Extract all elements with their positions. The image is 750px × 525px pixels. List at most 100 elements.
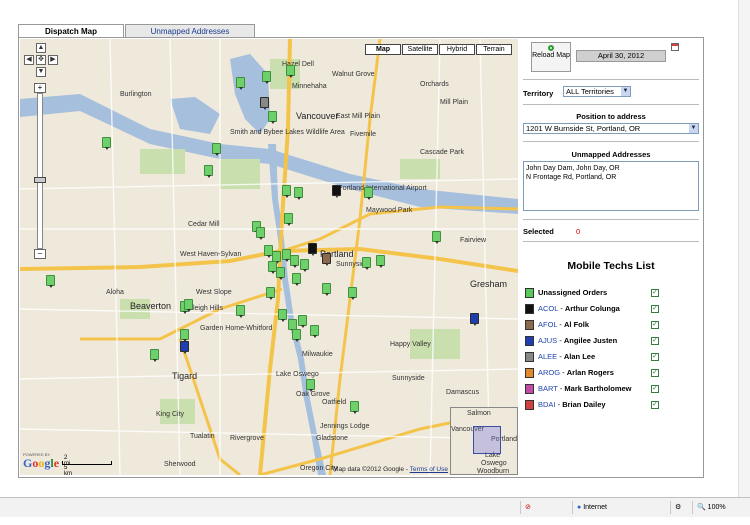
tech-visible-checkbox[interactable]: ✓ <box>651 401 659 409</box>
order-marker[interactable] <box>204 165 213 178</box>
tech-visible-checkbox[interactable]: ✓ <box>651 385 659 393</box>
tech-list-item[interactable]: Unassigned Orders ✓ <box>525 287 659 301</box>
tech-code[interactable]: ACOL <box>538 304 558 313</box>
tech-marker-ajus[interactable] <box>470 313 479 326</box>
order-marker[interactable] <box>432 231 441 244</box>
vertical-scrollbar[interactable] <box>738 0 750 497</box>
overview-viewport-box[interactable] <box>473 426 501 454</box>
tech-code[interactable]: AROG <box>538 368 560 377</box>
tech-visible-checkbox[interactable]: ✓ <box>651 321 659 329</box>
zoom-slider[interactable]: + − <box>34 83 46 259</box>
tech-code[interactable]: BART <box>538 384 558 393</box>
tech-visible-checkbox[interactable]: ✓ <box>651 305 659 313</box>
order-marker[interactable] <box>292 329 301 342</box>
order-marker[interactable] <box>376 255 385 268</box>
terms-of-use-link[interactable]: Terms of Use <box>410 466 448 473</box>
tech-visible-checkbox[interactable]: ✓ <box>651 353 659 361</box>
pan-left-icon[interactable]: ◀ <box>24 55 34 65</box>
order-marker[interactable] <box>284 213 293 226</box>
map-label: East Mill Plain <box>336 113 380 120</box>
order-marker[interactable] <box>300 259 309 272</box>
order-marker[interactable] <box>102 137 111 150</box>
tab-unmapped-addresses[interactable]: Unmapped Addresses <box>125 24 255 38</box>
tech-visible-checkbox[interactable]: ✓ <box>651 369 659 377</box>
tech-code[interactable]: ALEE <box>538 352 557 361</box>
tech-visible-checkbox[interactable]: ✓ <box>651 289 659 297</box>
order-marker[interactable] <box>268 111 277 124</box>
chevron-down-icon[interactable]: ▼ <box>621 87 630 96</box>
zoom-out-button[interactable]: − <box>34 249 46 259</box>
order-marker[interactable] <box>348 287 357 300</box>
tech-list-item[interactable]: BDAI - Brian Dailey ✓ <box>525 399 659 413</box>
date-field[interactable]: April 30, 2012 <box>576 50 666 62</box>
calendar-icon[interactable] <box>671 43 679 51</box>
order-marker[interactable] <box>236 305 245 318</box>
tech-marker-afol[interactable] <box>322 253 331 266</box>
tech-label: Unassigned Orders <box>538 287 607 299</box>
tech-marker-acol[interactable] <box>332 185 341 198</box>
chevron-down-icon[interactable]: ▼ <box>689 124 698 133</box>
tech-list-item[interactable]: ACOL - Arthur Colunga ✓ <box>525 303 659 317</box>
tech-list-item[interactable]: ALEE - Alan Lee ✓ <box>525 351 659 365</box>
order-marker[interactable] <box>46 275 55 288</box>
zoom-segment[interactable]: 🔍 100% <box>692 501 736 514</box>
order-marker[interactable] <box>290 255 299 268</box>
order-marker[interactable] <box>266 287 275 300</box>
dispatch-map[interactable]: Hazel Dell Walnut Grove Minnehaha Orchar… <box>20 39 518 475</box>
order-marker[interactable] <box>298 315 307 328</box>
overview-map[interactable]: Salmon Vancouver Portland Lake Oswego Wo… <box>450 407 518 475</box>
order-marker[interactable] <box>364 187 373 200</box>
tech-visible-checkbox[interactable]: ✓ <box>651 337 659 345</box>
pan-up-icon[interactable]: ▲ <box>36 43 46 53</box>
map-type-hybrid-button[interactable]: Hybrid <box>439 44 475 55</box>
order-marker[interactable] <box>310 325 319 338</box>
order-marker[interactable] <box>276 267 285 280</box>
territory-select[interactable]: ALL Territories ▼ <box>563 86 631 97</box>
zoom-in-button[interactable]: + <box>34 83 46 93</box>
map-type-terrain-button[interactable]: Terrain <box>476 44 512 55</box>
order-marker[interactable] <box>322 283 331 296</box>
protected-mode-segment[interactable]: ⚙ <box>670 501 690 514</box>
tech-code[interactable]: AFOL <box>538 320 557 329</box>
order-marker[interactable] <box>292 273 301 286</box>
order-marker[interactable] <box>262 71 271 84</box>
tech-marker-acol[interactable] <box>308 243 317 256</box>
order-marker[interactable] <box>306 379 315 392</box>
order-marker[interactable] <box>256 227 265 240</box>
tech-code[interactable]: BDAI <box>538 400 556 409</box>
order-marker[interactable] <box>184 299 193 312</box>
zoom-track[interactable] <box>37 93 43 249</box>
tab-dispatch-map[interactable]: Dispatch Map <box>18 24 124 38</box>
order-marker[interactable] <box>362 257 371 270</box>
map-label: Fivemile <box>350 131 377 138</box>
tech-list-item[interactable]: AJUS - Angilee Justen ✓ <box>525 335 659 349</box>
pan-center-icon[interactable]: ✥ <box>36 55 46 65</box>
tech-list-item[interactable]: AROG - Arlan Rogers ✓ <box>525 367 659 381</box>
map-type-map-button[interactable]: Map <box>365 44 401 55</box>
tech-code[interactable]: AJUS <box>538 336 557 345</box>
tech-marker-alee[interactable] <box>260 97 269 110</box>
unmapped-addresses-textarea[interactable]: John Day Dam, John Day, OR N Frontage Rd… <box>523 161 699 211</box>
globe-icon: ● <box>577 504 582 511</box>
order-marker[interactable] <box>294 187 303 200</box>
order-marker[interactable] <box>350 401 359 414</box>
zoom-thumb[interactable] <box>34 177 46 183</box>
tech-list-item[interactable]: AFOL - Al Folk ✓ <box>525 319 659 333</box>
order-marker[interactable] <box>212 143 221 156</box>
tech-name: Mark Bartholomew <box>564 384 632 393</box>
position-address-select[interactable]: 1201 W Burnside St, Portland, OR ▼ <box>523 123 699 134</box>
map-label: Fairview <box>460 237 487 244</box>
order-marker[interactable] <box>282 185 291 198</box>
tech-marker-ajus[interactable] <box>180 341 189 354</box>
order-marker[interactable] <box>236 77 245 90</box>
map-type-satellite-button[interactable]: Satellite <box>402 44 438 55</box>
reload-map-button[interactable]: Reload Map <box>531 42 571 72</box>
order-marker[interactable] <box>150 349 159 362</box>
pan-down-icon[interactable]: ▼ <box>36 67 46 77</box>
separator: - <box>560 368 567 377</box>
order-marker[interactable] <box>180 329 189 342</box>
order-marker[interactable] <box>286 65 295 78</box>
pan-right-icon[interactable]: ▶ <box>48 55 58 65</box>
tech-list-item[interactable]: BART - Mark Bartholomew ✓ <box>525 383 659 397</box>
order-marker[interactable] <box>278 309 287 322</box>
